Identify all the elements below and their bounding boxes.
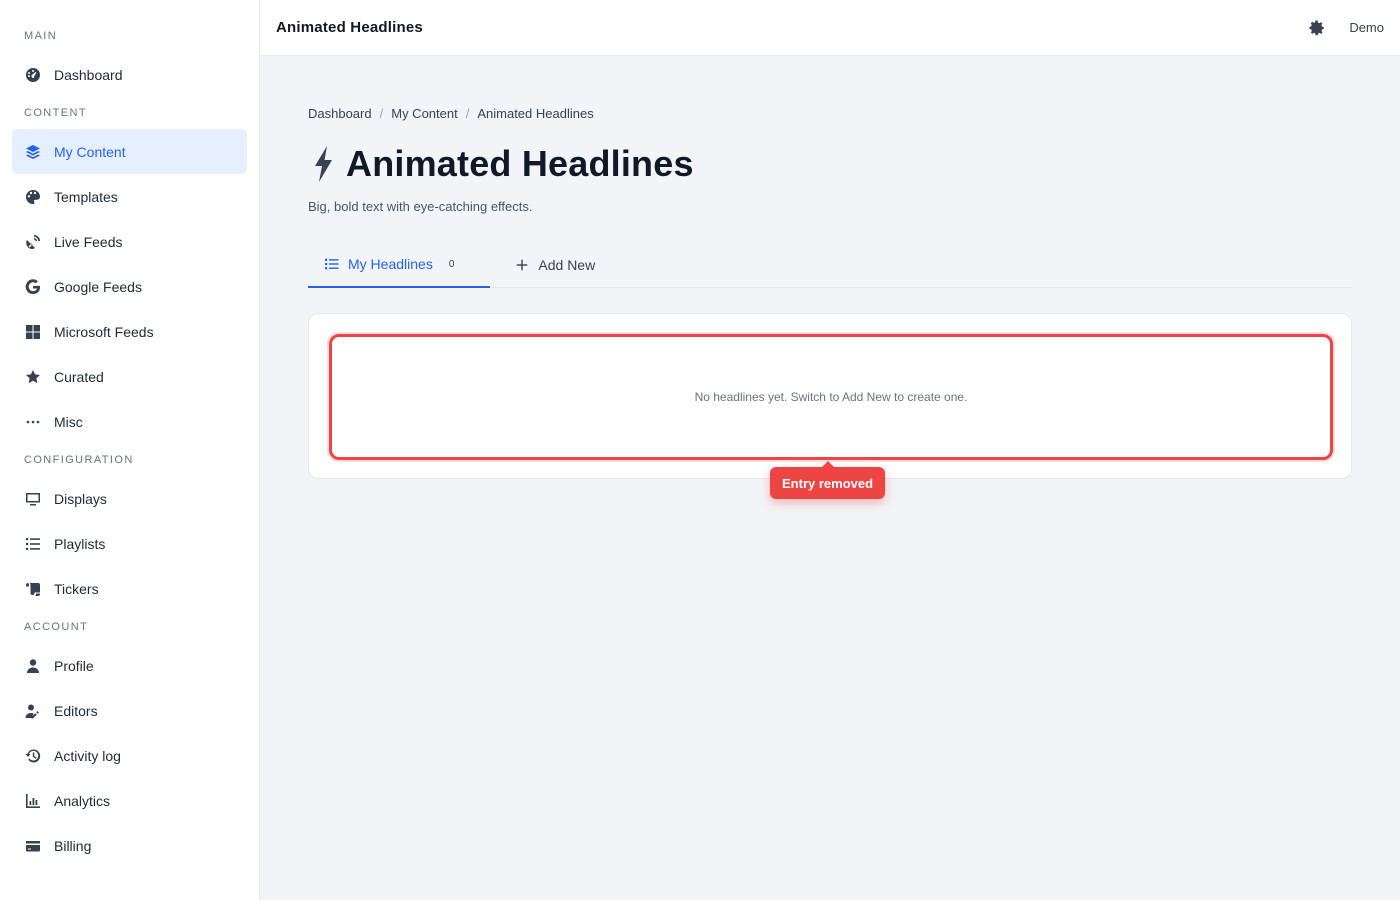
sidebar-item-label: Playlists <box>54 535 106 552</box>
breadcrumb-current: Animated Headlines <box>477 106 594 121</box>
list-icon <box>24 535 42 553</box>
sidebar-section-account: ACCOUNT <box>24 621 89 633</box>
sidebar-item-label: Misc <box>54 413 83 430</box>
sidebar-item-editors[interactable]: Editors <box>12 688 247 733</box>
sidebar-item-my-content[interactable]: My Content <box>12 129 247 174</box>
topbar-right: Demo <box>1307 18 1384 38</box>
headline-count-badge: 0 <box>448 258 455 270</box>
sidebar-item-label: Activity log <box>54 747 121 764</box>
sidebar-item-label: Curated <box>54 368 104 385</box>
scroll-icon <box>24 580 42 598</box>
tab-my-headlines-label: My Headlines <box>348 256 433 272</box>
sidebar-item-templates[interactable]: Templates <box>12 174 247 219</box>
sidebar-section-content: CONTENT <box>24 107 87 119</box>
sidebar-item-curated[interactable]: Curated <box>12 354 247 399</box>
breadcrumb-dashboard[interactable]: Dashboard <box>308 106 372 121</box>
tab-my-headlines[interactable]: My Headlines 0 <box>308 242 491 288</box>
sidebar-item-label: Dashboard <box>54 66 123 83</box>
toast-notification: Entry removed <box>770 461 886 499</box>
google-icon <box>24 278 42 296</box>
breadcrumb-my-content[interactable]: My Content <box>391 106 457 121</box>
gear-icon[interactable] <box>1307 18 1327 38</box>
history-icon <box>24 747 42 765</box>
user-icon <box>24 657 42 675</box>
tabs: My Headlines 0 Add New <box>308 242 1352 288</box>
gauge-icon <box>24 66 42 84</box>
palette-icon <box>24 188 42 206</box>
user-pen-icon <box>24 702 42 720</box>
chart-icon <box>24 792 42 810</box>
plus-icon <box>514 257 530 273</box>
sidebar-item-misc[interactable]: Misc <box>12 399 247 444</box>
sidebar-item-analytics[interactable]: Analytics <box>12 778 247 823</box>
headlines-card: No headlines yet. Switch to Add New to c… <box>308 313 1352 499</box>
empty-state: No headlines yet. Switch to Add New to c… <box>329 334 1333 460</box>
topbar-title: Animated Headlines <box>276 19 423 36</box>
page-title-text: Animated Headlines <box>346 143 694 184</box>
breadcrumb-separator: / <box>379 106 384 121</box>
sidebar-item-label: My Content <box>54 143 126 160</box>
sidebar-item-label: Profile <box>54 657 94 674</box>
breadcrumb: Dashboard / My Content / Animated Headli… <box>308 106 1352 121</box>
sidebar-item-profile[interactable]: Profile <box>12 643 247 688</box>
page-title: Animated Headlines <box>308 143 1352 185</box>
sidebar-item-label: Templates <box>54 188 118 205</box>
sidebar-item-google-feeds[interactable]: Google Feeds <box>12 264 247 309</box>
sidebar-item-label: Microsoft Feeds <box>54 323 154 340</box>
sidebar-item-label: Editors <box>54 702 98 719</box>
sidebar-section-configuration: CONFIGURATION <box>24 454 134 466</box>
sidebar-section-main: MAIN <box>24 30 58 42</box>
sidebar-item-displays[interactable]: Displays <box>12 476 247 521</box>
main-content: Dashboard / My Content / Animated Headli… <box>308 56 1352 499</box>
bolt-icon <box>308 146 340 182</box>
sidebar-item-live-feeds[interactable]: Live Feeds <box>12 219 247 264</box>
sidebar-item-activity-log[interactable]: Activity log <box>12 733 247 778</box>
windows-icon <box>24 323 42 341</box>
breadcrumb-separator: / <box>465 106 470 121</box>
sidebar-item-playlists[interactable]: Playlists <box>12 521 247 566</box>
sidebar-item-microsoft-feeds[interactable]: Microsoft Feeds <box>12 309 247 354</box>
list-icon <box>324 256 340 272</box>
sidebar-item-tickers[interactable]: Tickers <box>12 566 247 611</box>
user-menu[interactable]: Demo <box>1349 20 1384 35</box>
credit-card-icon <box>24 837 42 855</box>
sidebar-item-billing[interactable]: Billing <box>12 823 247 868</box>
empty-state-message: No headlines yet. Switch to Add New to c… <box>694 390 968 404</box>
tab-add-new-label: Add New <box>538 256 596 273</box>
satellite-dish-icon <box>24 233 42 251</box>
sidebar: MAIN Dashboard CONTENT My Content Templates L… <box>0 0 260 900</box>
sidebar-item-label: Tickers <box>54 580 99 597</box>
sidebar-item-label: Google Feeds <box>54 278 142 295</box>
ellipsis-icon <box>24 413 42 431</box>
star-icon <box>24 368 42 386</box>
topbar: Animated Headlines Demo <box>260 0 1400 56</box>
layers-icon <box>24 143 42 161</box>
monitor-icon <box>24 490 42 508</box>
sidebar-item-label: Displays <box>54 490 107 507</box>
sidebar-item-dashboard[interactable]: Dashboard <box>12 52 247 97</box>
page-subtitle: Big, bold text with eye-catching effects… <box>308 199 533 214</box>
sidebar-item-label: Analytics <box>54 792 111 809</box>
sidebar-item-label: Live Feeds <box>54 233 123 250</box>
tab-add-new[interactable]: Add New <box>498 242 611 287</box>
sidebar-item-label: Billing <box>54 837 92 854</box>
